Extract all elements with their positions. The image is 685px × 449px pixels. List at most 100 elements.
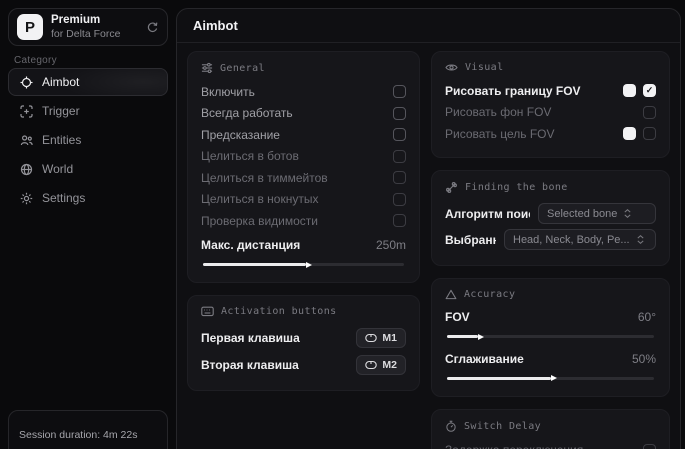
checkbox-target-bots[interactable] (393, 150, 406, 163)
checkbox-visibility-check[interactable] (393, 214, 406, 227)
sidebar-item-label: Settings (42, 191, 85, 205)
keyboard-icon (201, 306, 214, 317)
selected-bones-select[interactable]: Head, Neck, Body, Pe... (504, 229, 656, 250)
slider-fill[interactable] (447, 377, 551, 380)
max-distance-slider[interactable] (201, 258, 406, 270)
setting-label: Целиться в нокнутых (201, 192, 385, 206)
slider-row: Сглаживание 50% (445, 348, 656, 370)
setting-label: Выбранные кости (445, 233, 496, 247)
controls: ✓ (623, 84, 656, 97)
eye-icon (445, 62, 458, 73)
accuracy-card-title: Accuracy (445, 289, 656, 300)
fov-slider[interactable] (445, 330, 656, 342)
brand-subtitle: for Delta Force (51, 28, 138, 40)
setting-label: Вторая клавиша (201, 358, 348, 372)
setting-row: Целиться в ботов (201, 146, 406, 168)
sidebar-item-label: Entities (42, 133, 81, 147)
setting-row: Предсказание (201, 124, 406, 146)
bone-card-title: Finding the bone (445, 181, 656, 194)
users-icon (20, 134, 33, 147)
setting-row: Задержка переключения (445, 440, 656, 449)
checkbox-prediction[interactable] (393, 128, 406, 141)
checkbox-target-knocked[interactable] (393, 193, 406, 206)
brand-logo: P (17, 14, 43, 40)
checkbox-draw-fov-background[interactable] (643, 106, 656, 119)
sidebar-nav: Aimbot Trigger Entities (8, 68, 168, 212)
trigger-icon (20, 105, 33, 118)
sidebar: P Premium for Delta Force Category Aimbo… (0, 0, 176, 449)
keybind-button-primary[interactable]: M1 (356, 328, 406, 348)
setting-row: Рисовать фон FOV (445, 102, 656, 124)
unfold-icon (623, 208, 632, 219)
left-column: General Включить Всегда работать Предска… (187, 51, 420, 391)
setting-row: Проверка видимости (201, 210, 406, 232)
setting-label: Проверка видимости (201, 214, 385, 228)
activation-card-title: Activation buttons (201, 306, 406, 317)
slider-fill[interactable] (203, 263, 306, 266)
keybind-row: Вторая клавиша M2 (201, 351, 406, 378)
slider-row: FOV 60° (445, 307, 656, 329)
brand-card: P Premium for Delta Force (8, 8, 168, 46)
triangle-icon (445, 289, 457, 300)
bone-algorithm-select[interactable]: Selected bone (538, 203, 656, 224)
content: General Включить Всегда работать Предска… (177, 43, 680, 449)
sidebar-item-label: Trigger (42, 104, 80, 118)
setting-label: Предсказание (201, 128, 385, 142)
gear-icon (20, 192, 33, 205)
setting-row: Рисовать границу FOV ✓ (445, 80, 656, 102)
smoothing-slider[interactable] (445, 372, 656, 384)
mouse-icon (365, 360, 377, 370)
sidebar-item-aimbot[interactable]: Aimbot (8, 68, 168, 96)
checkbox-target-teammates[interactable] (393, 171, 406, 184)
checkbox-draw-fov-border[interactable]: ✓ (643, 84, 656, 97)
checkbox-enable[interactable] (393, 85, 406, 98)
stopwatch-icon (445, 420, 457, 433)
setting-label: Первая клавиша (201, 331, 348, 345)
checkbox-draw-fov-target[interactable] (643, 127, 656, 140)
page-title: Aimbot (193, 18, 238, 33)
sidebar-item-world[interactable]: World (8, 155, 168, 183)
sidebar-item-settings[interactable]: Settings (8, 184, 168, 212)
setting-label: Сглаживание (445, 352, 624, 366)
refresh-icon[interactable] (146, 21, 159, 34)
setting-label: Задержка переключения (445, 443, 635, 449)
checkbox-always-work[interactable] (393, 107, 406, 120)
setting-label: Рисовать фон FOV (445, 105, 635, 119)
crosshair-icon (20, 76, 33, 89)
setting-value: 60° (638, 310, 656, 324)
bone-card: Finding the bone Алгоритм поиска костей … (431, 170, 670, 266)
globe-icon (20, 163, 33, 176)
slider-track (447, 335, 654, 338)
slider-track (203, 263, 404, 266)
keybind-button-secondary[interactable]: M2 (356, 355, 406, 375)
switch-delay-card: Switch Delay Задержка переключения Задер… (431, 409, 670, 449)
sidebar-item-entities[interactable]: Entities (8, 126, 168, 154)
sidebar-item-label: World (42, 162, 73, 176)
color-swatch-fov-target[interactable] (623, 127, 636, 140)
unfold-icon (636, 234, 645, 245)
setting-value: 250m (376, 238, 406, 252)
setting-value: 50% (632, 352, 656, 366)
checkbox-switch-delay[interactable] (643, 444, 656, 449)
bone-icon (445, 181, 458, 194)
sliders-icon (201, 62, 213, 74)
brand-text: Premium for Delta Force (51, 14, 138, 39)
slider-track (447, 377, 654, 380)
setting-row: Всегда работать (201, 103, 406, 125)
setting-label: Целиться в ботов (201, 149, 385, 163)
setting-row: Целиться в тиммейтов (201, 167, 406, 189)
category-label: Category (14, 55, 57, 66)
session-card: Session duration: 4m 22s (8, 410, 168, 449)
setting-label: Рисовать цель FOV (445, 127, 615, 141)
setting-row: Целиться в нокнутых (201, 189, 406, 211)
sidebar-item-trigger[interactable]: Trigger (8, 97, 168, 125)
visual-card-title: Visual (445, 62, 656, 73)
setting-row: Рисовать цель FOV (445, 123, 656, 145)
sidebar-item-label: Aimbot (42, 75, 79, 89)
slider-fill[interactable] (447, 335, 478, 338)
setting-label: FOV (445, 310, 630, 324)
color-swatch-fov-border[interactable] (623, 84, 636, 97)
mouse-icon (365, 333, 377, 343)
main-panel: Aimbot General Включить (176, 8, 681, 449)
setting-label: Рисовать границу FOV (445, 84, 615, 98)
